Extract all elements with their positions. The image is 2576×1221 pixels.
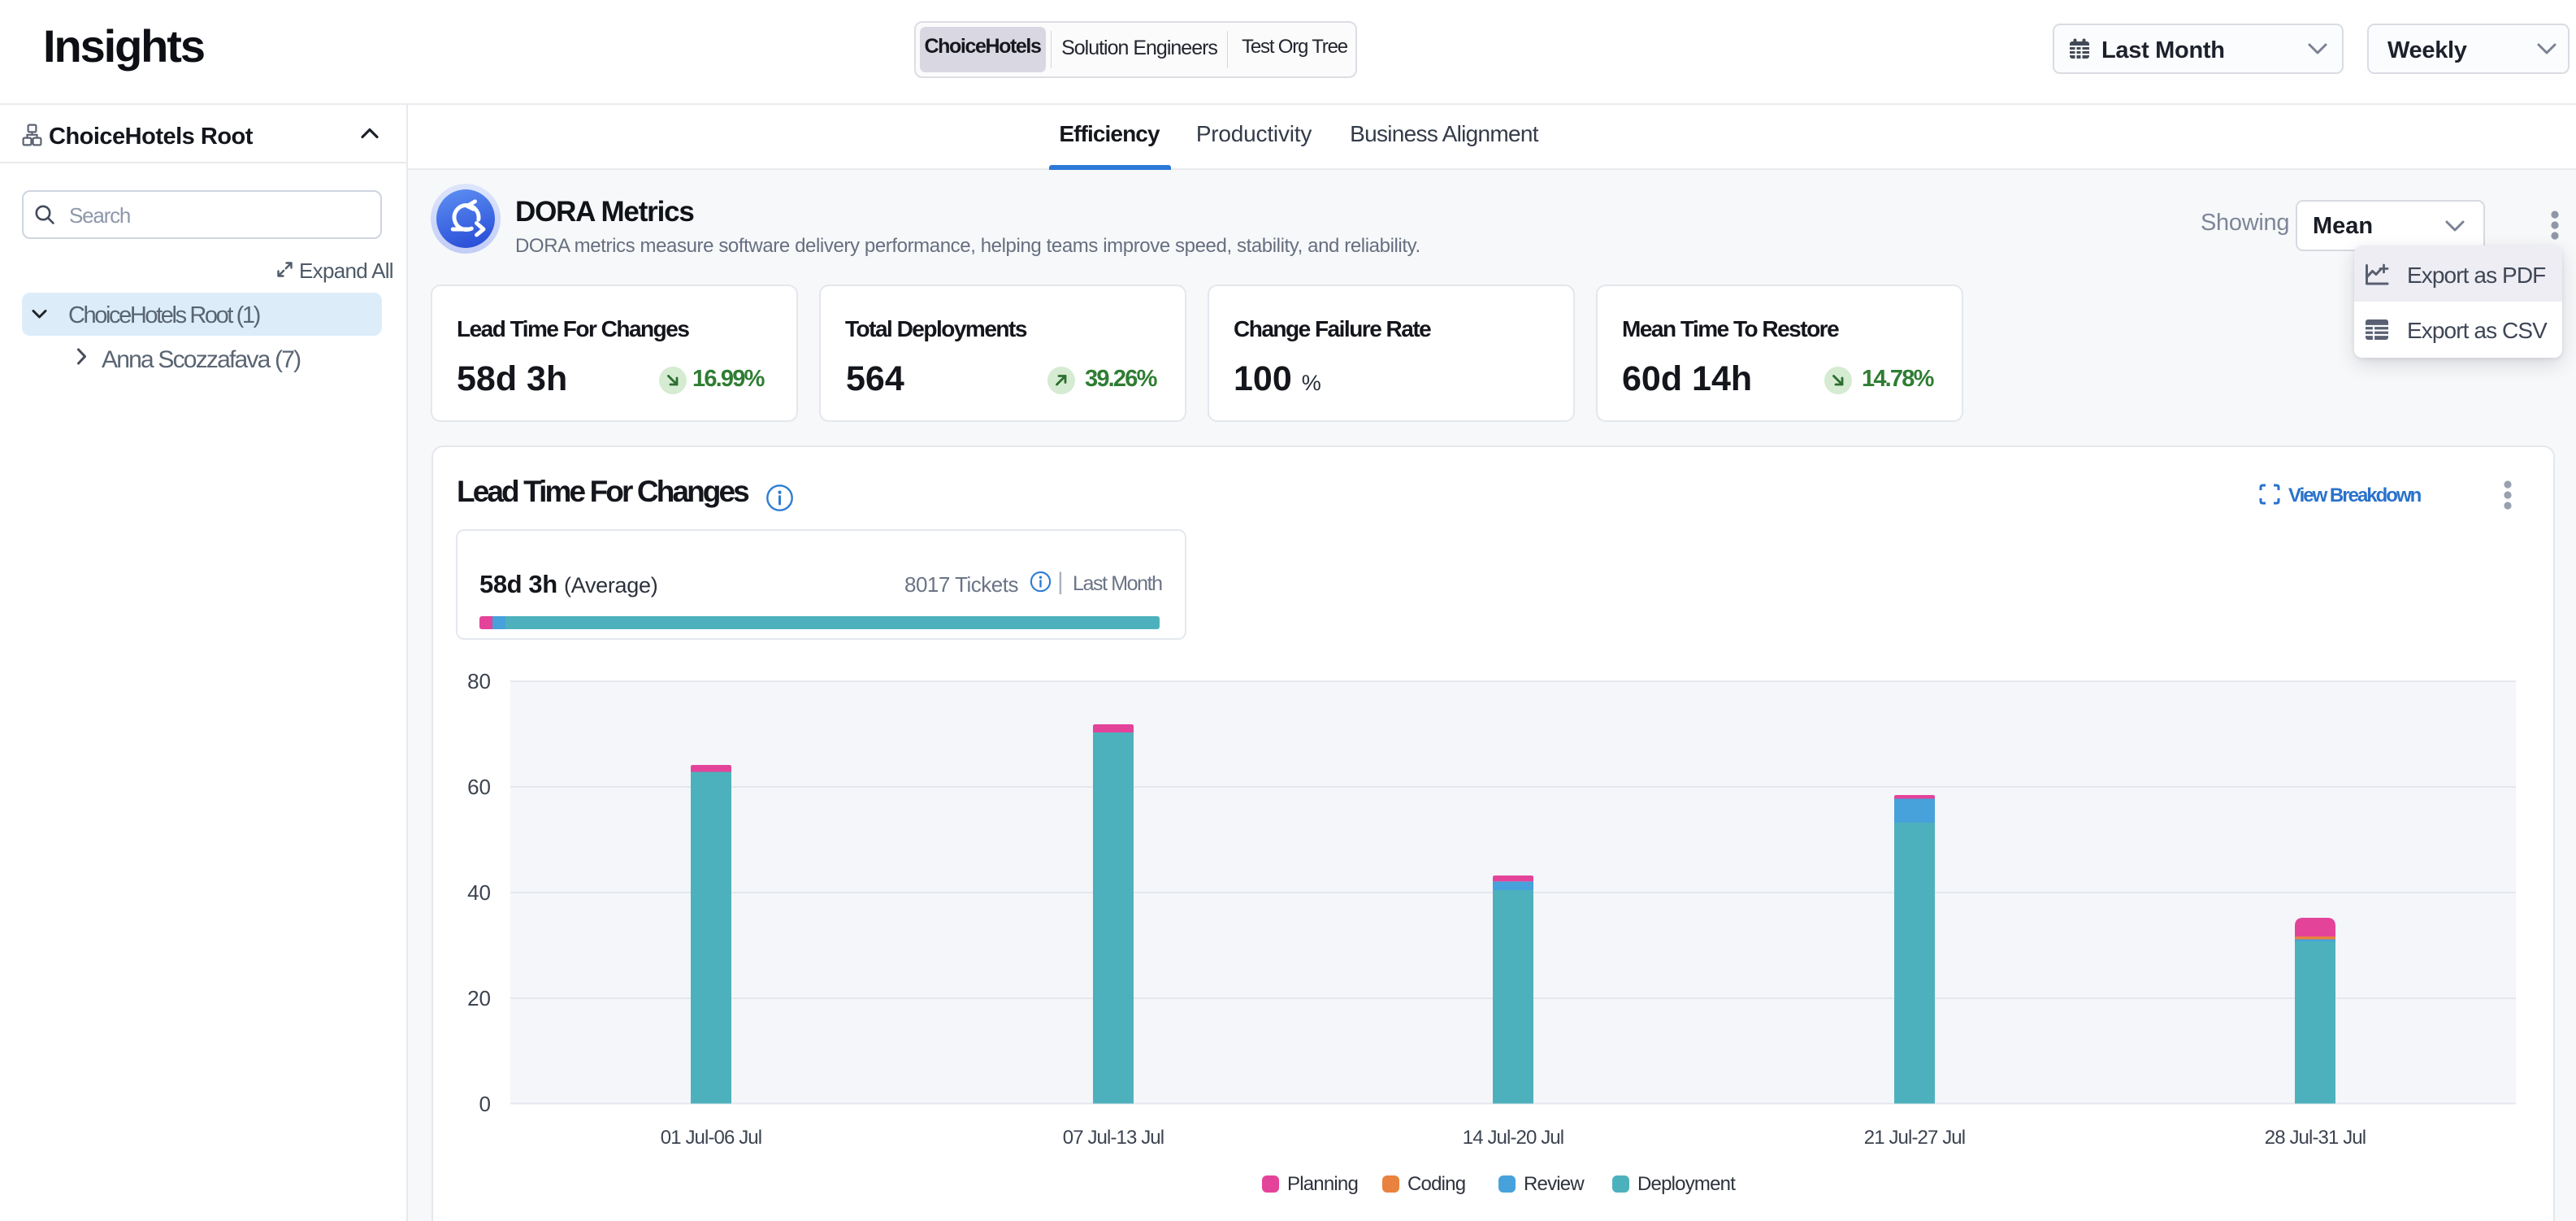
svg-text:21 Jul-27 Jul: 21 Jul-27 Jul — [1864, 1127, 1965, 1149]
svg-text:Review: Review — [1524, 1173, 1585, 1195]
svg-text:0: 0 — [479, 1092, 491, 1116]
svg-text:40: 40 — [467, 880, 491, 905]
svg-text:60: 60 — [467, 775, 491, 799]
svg-text:Coding: Coding — [1407, 1173, 1465, 1195]
svg-text:Planning: Planning — [1287, 1173, 1358, 1195]
svg-text:28 Jul-31 Jul: 28 Jul-31 Jul — [2265, 1127, 2366, 1149]
svg-text:07 Jul-13 Jul: 07 Jul-13 Jul — [1063, 1127, 1164, 1149]
svg-text:Deployment: Deployment — [1637, 1173, 1736, 1195]
svg-text:80: 80 — [467, 669, 491, 693]
svg-text:14 Jul-20 Jul: 14 Jul-20 Jul — [1463, 1127, 1563, 1149]
svg-text:01 Jul-06 Jul: 01 Jul-06 Jul — [661, 1127, 761, 1149]
svg-text:20: 20 — [467, 986, 491, 1010]
